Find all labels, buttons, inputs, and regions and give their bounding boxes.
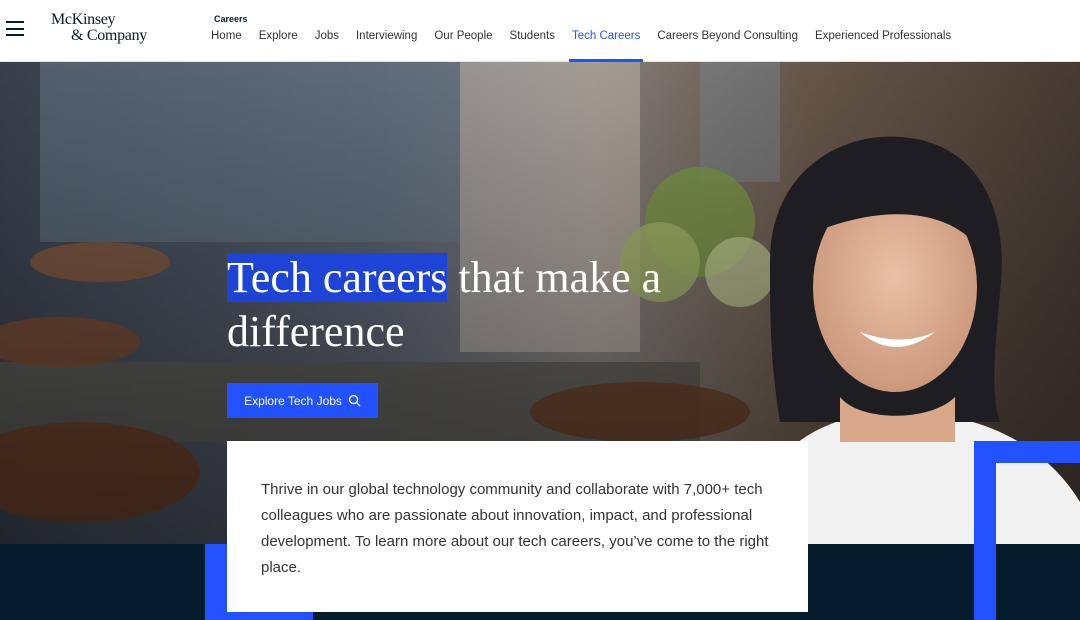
hero-headline: Tech careers that make a difference [227, 251, 787, 359]
cta-label: Explore Tech Jobs [244, 393, 342, 408]
intro-text: Thrive in our global technology communit… [261, 481, 769, 576]
nav-tech-careers[interactable]: Tech Careers [568, 29, 644, 62]
intro-card: Thrive in our global technology communit… [227, 441, 808, 612]
nav-students[interactable]: Students [510, 29, 555, 62]
menu-icon[interactable] [6, 21, 24, 36]
careers-nav: Home Explore Jobs Interviewing Our Peopl… [211, 29, 968, 62]
accent-bar-right-top [974, 441, 1080, 463]
headline-rest: that make a [447, 253, 662, 302]
nav-interviewing[interactable]: Interviewing [356, 29, 417, 62]
nav-experienced-professionals[interactable]: Experienced Professionals [815, 29, 951, 62]
nav-careers-beyond-consulting[interactable]: Careers Beyond Consulting [657, 29, 798, 62]
nav-explore[interactable]: Explore [259, 29, 298, 62]
headline-line-2: difference [227, 307, 405, 356]
section-label: Careers [214, 14, 248, 24]
nav-home[interactable]: Home [211, 29, 242, 62]
nav-jobs[interactable]: Jobs [315, 29, 339, 62]
search-icon [348, 394, 361, 407]
mckinsey-logo[interactable]: McKinsey & Company [51, 12, 147, 44]
accent-bar-left [205, 544, 227, 620]
logo-line-1: McKinsey [51, 11, 116, 28]
accent-bar-right [974, 441, 996, 620]
logo-line-2: & Company [71, 27, 147, 44]
headline-highlight: Tech careers [227, 253, 448, 302]
accent-bar-left-bottom [205, 612, 313, 620]
explore-tech-jobs-button[interactable]: Explore Tech Jobs [227, 383, 378, 418]
nav-our-people[interactable]: Our People [434, 29, 492, 62]
site-header: McKinsey & Company Careers Home Explore … [0, 0, 1080, 62]
